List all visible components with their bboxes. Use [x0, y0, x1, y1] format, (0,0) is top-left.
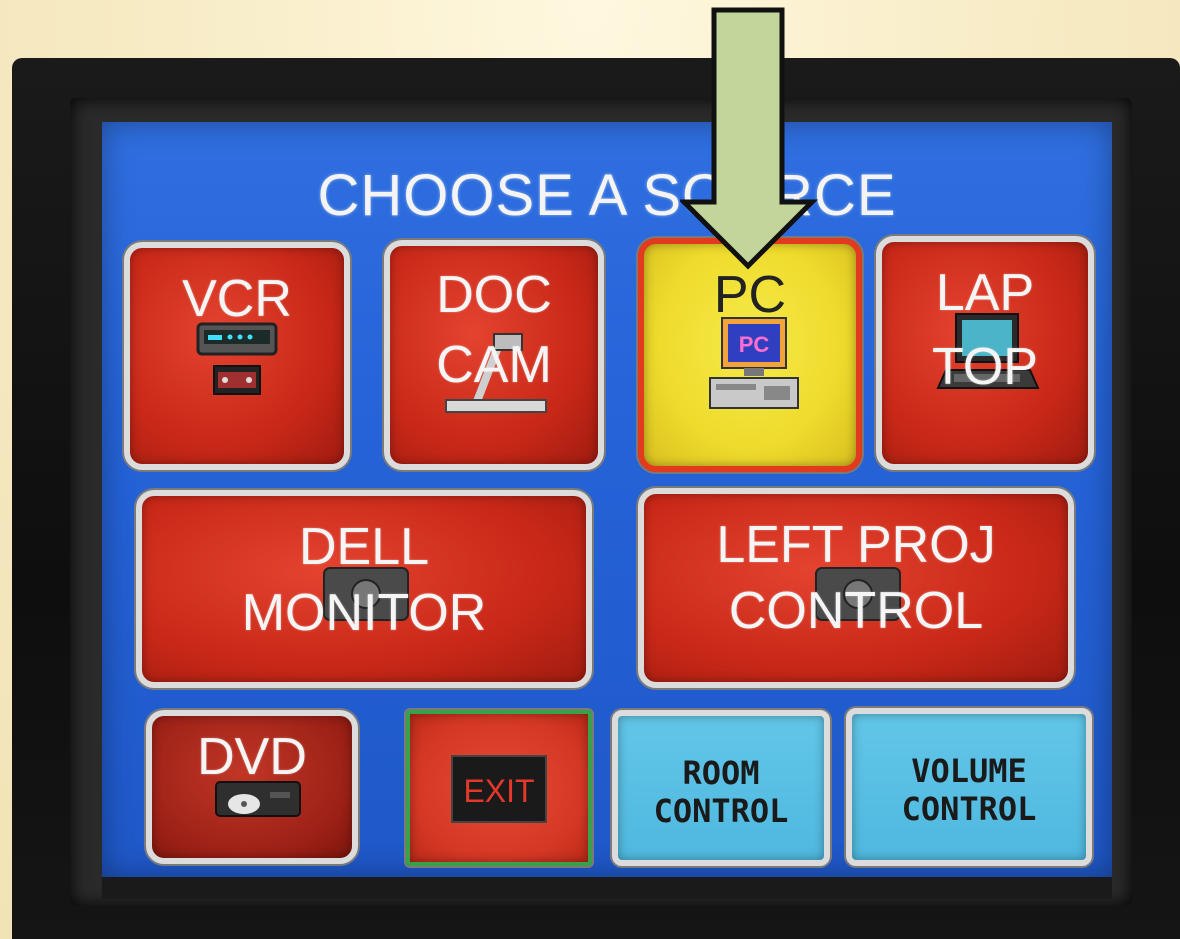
source-button-pc[interactable]: PC PC — [638, 238, 862, 472]
source-button-doc-cam[interactable]: DOC CAM — [384, 240, 604, 470]
source-button-vcr[interactable]: VCR — [124, 242, 350, 470]
volume-control-button[interactable]: VOLUME CONTROL — [846, 708, 1092, 866]
display-button-dell-monitor[interactable]: DELL MONITOR — [136, 490, 592, 688]
display-button-left-proj-control[interactable]: LEFT PROJ CONTROL — [638, 488, 1074, 688]
volume-control-label-line2: CONTROL — [901, 790, 1037, 828]
touch-screen: CHOOSE A SOURCE VCR DOC CAM PC PC LAP TO… — [102, 122, 1112, 877]
laptop-label-line2: TOP — [932, 338, 1038, 396]
pc-screen-text: PC — [739, 332, 770, 357]
left-proj-label-line2: CONTROL — [728, 582, 984, 640]
doc-cam-label-line1: DOC — [436, 266, 552, 324]
doc-cam-label-line2: CAM — [436, 336, 552, 394]
screen-bottom-edge — [102, 877, 1112, 899]
source-button-laptop[interactable]: LAP TOP — [876, 236, 1094, 470]
exit-sign-icon: EXIT — [451, 755, 547, 823]
exit-button[interactable]: EXIT — [406, 710, 592, 866]
volume-control-label-line1: VOLUME — [911, 752, 1027, 790]
room-control-label-line2: CONTROL — [653, 792, 789, 830]
desktop-pc-icon: PC — [709, 317, 799, 409]
down-arrow-icon — [680, 7, 819, 270]
source-button-dvd[interactable]: DVD — [146, 710, 358, 864]
vcr-icon — [196, 322, 278, 395]
room-control-button[interactable]: ROOM CONTROL — [612, 710, 830, 866]
exit-sign-text: EXIT — [463, 773, 534, 809]
screen-title: CHOOSE A SOURCE — [317, 163, 897, 228]
dell-monitor-label-line2: MONITOR — [241, 584, 487, 642]
dvd-player-icon — [215, 781, 301, 817]
room-control-label-line1: ROOM — [682, 754, 760, 792]
